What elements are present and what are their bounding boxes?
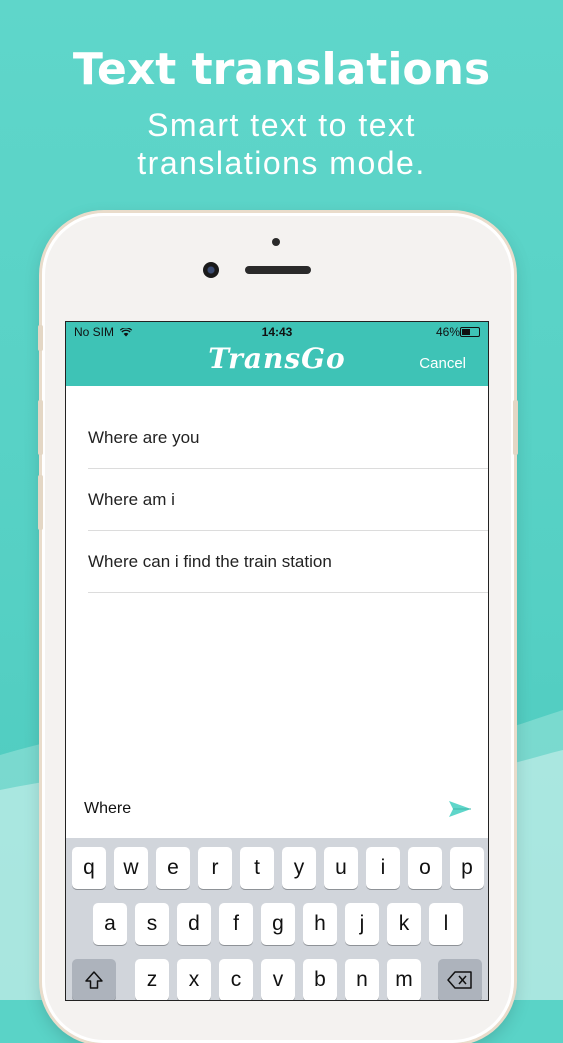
- key-k[interactable]: k: [387, 903, 421, 945]
- key-x[interactable]: x: [177, 959, 211, 1000]
- key-t[interactable]: t: [240, 847, 274, 889]
- phone-volume-up: [38, 400, 43, 455]
- key-g[interactable]: g: [261, 903, 295, 945]
- status-bar: No SIM 14:43 46%: [66, 322, 488, 340]
- subheadline-line1: Smart text to text: [147, 107, 416, 143]
- key-f[interactable]: f: [219, 903, 253, 945]
- shift-icon: [85, 971, 103, 989]
- app-header: No SIM 14:43 46% TransGo Cancel: [66, 322, 488, 386]
- text-input[interactable]: Where: [84, 800, 131, 818]
- phone-speaker: [245, 266, 311, 274]
- key-n[interactable]: n: [345, 959, 379, 1000]
- key-d[interactable]: d: [177, 903, 211, 945]
- subheadline-line2: translations mode.: [137, 145, 426, 181]
- history-item-text: Where can i find the train station: [88, 552, 332, 571]
- key-h[interactable]: h: [303, 903, 337, 945]
- status-time: 14:43: [261, 325, 293, 339]
- history-item[interactable]: Where can i find the train station: [88, 530, 488, 593]
- history-item[interactable]: Where am i: [88, 468, 488, 531]
- key-w[interactable]: w: [114, 847, 148, 889]
- app-screen: No SIM 14:43 46% TransGo Cancel Where ar…: [66, 322, 488, 1000]
- key-a[interactable]: a: [93, 903, 127, 945]
- key-p[interactable]: p: [450, 847, 484, 889]
- battery-icon: [460, 327, 480, 337]
- key-r[interactable]: r: [198, 847, 232, 889]
- key-j[interactable]: j: [345, 903, 379, 945]
- history-item-text: Where am i: [88, 490, 175, 509]
- headline: Text translations: [72, 44, 491, 95]
- keyboard: q w e r t y u i o p a s d f g h j k l z …: [66, 838, 488, 1000]
- key-l[interactable]: l: [429, 903, 463, 945]
- battery-percent: 46%: [435, 325, 460, 339]
- subheadline: Smart text to text translations mode.: [0, 106, 563, 182]
- backspace-key[interactable]: [438, 959, 482, 1000]
- phone-volume-down: [38, 475, 43, 530]
- phone-side-button: [38, 325, 43, 351]
- backspace-icon: [447, 971, 472, 989]
- key-c[interactable]: c: [219, 959, 253, 1000]
- key-y[interactable]: y: [282, 847, 316, 889]
- key-b[interactable]: b: [303, 959, 337, 1000]
- phone-power-button: [513, 400, 518, 455]
- key-o[interactable]: o: [408, 847, 442, 889]
- send-icon[interactable]: [448, 800, 472, 818]
- history-item[interactable]: Where are you: [88, 406, 488, 469]
- phone-sensor: [272, 238, 280, 246]
- key-i[interactable]: i: [366, 847, 400, 889]
- cancel-button[interactable]: Cancel: [419, 355, 466, 372]
- key-e[interactable]: e: [156, 847, 190, 889]
- history-item-text: Where are you: [88, 428, 200, 447]
- key-u[interactable]: u: [324, 847, 358, 889]
- key-v[interactable]: v: [261, 959, 295, 1000]
- front-camera: [203, 262, 219, 278]
- key-z[interactable]: z: [135, 959, 169, 1000]
- key-s[interactable]: s: [135, 903, 169, 945]
- key-m[interactable]: m: [387, 959, 421, 1000]
- shift-key[interactable]: [72, 959, 116, 1000]
- key-q[interactable]: q: [72, 847, 106, 889]
